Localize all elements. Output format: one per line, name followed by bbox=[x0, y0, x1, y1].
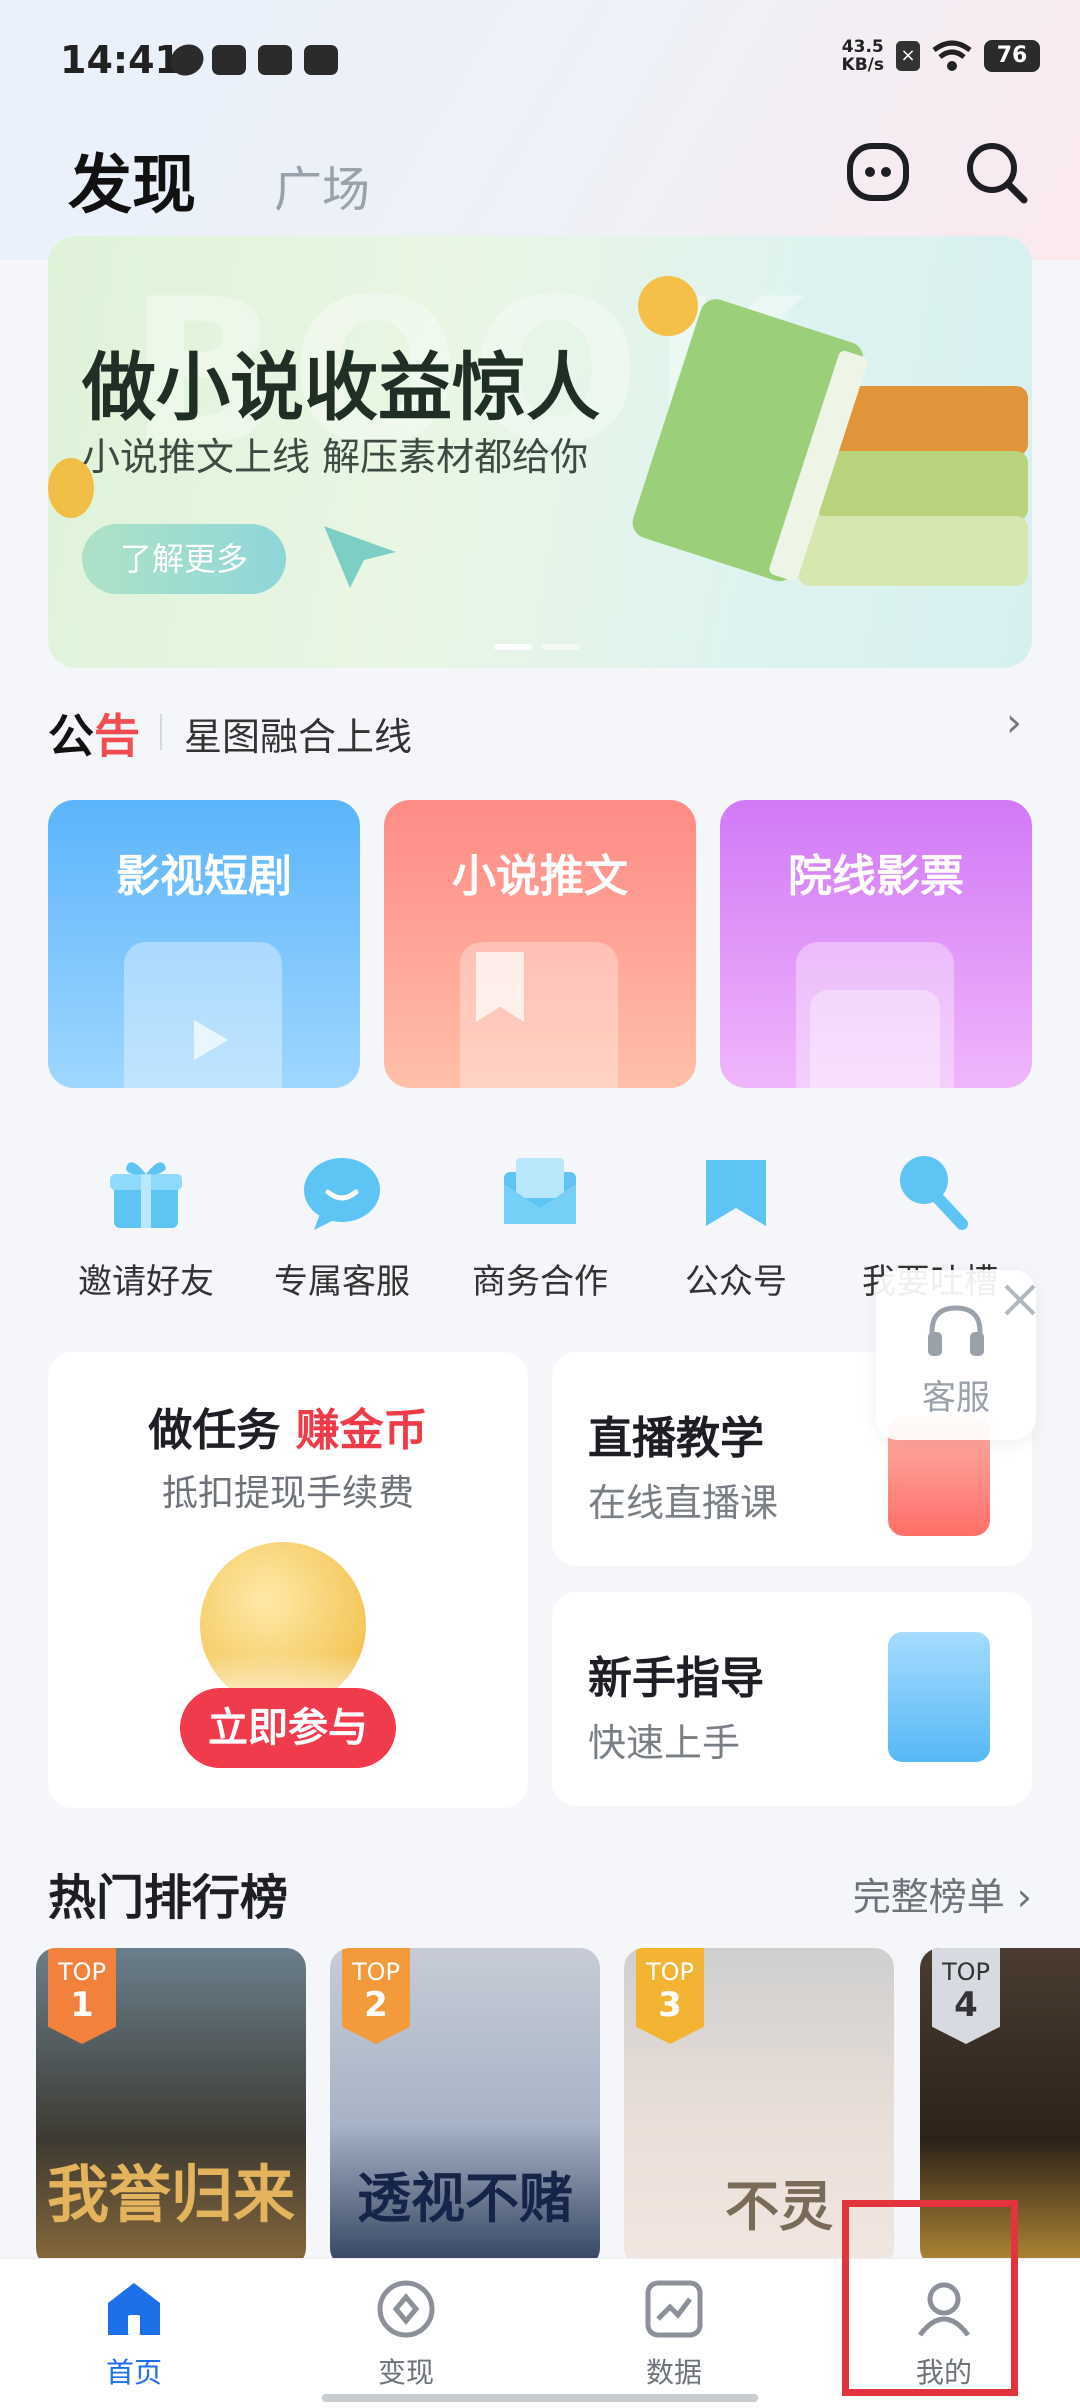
play-icon bbox=[194, 1020, 228, 1060]
home-indicator bbox=[322, 2394, 758, 2402]
poster-title: 透视不赌 bbox=[357, 2166, 573, 2230]
learn-more-button[interactable]: 了解更多 bbox=[82, 524, 286, 594]
battery-indicator: 76 bbox=[984, 40, 1040, 72]
film-reel-icon bbox=[810, 990, 940, 1088]
banner-subtitle: 小说推文上线 解压素材都给你 bbox=[82, 435, 589, 479]
wifi-icon bbox=[932, 40, 972, 71]
category-novel-promo[interactable]: 小说推文 bbox=[384, 800, 696, 1088]
category-short-drama[interactable]: 影视短剧 bbox=[48, 800, 360, 1088]
network-speed: 43.5 KB/s bbox=[842, 38, 884, 74]
card-title: 直播教学 bbox=[588, 1413, 764, 1464]
task-card[interactable]: 做任务 赚金币 抵扣提现手续费 立即参与 bbox=[48, 1352, 528, 1808]
highlight-box bbox=[842, 2200, 1018, 2396]
task-title: 做任务 赚金币 bbox=[48, 1394, 528, 1458]
card-subtitle: 快速上手 bbox=[588, 1721, 741, 1765]
rank-badge: TOP 1 bbox=[48, 1948, 116, 2044]
quick-action-label: 邀请好友 bbox=[78, 1262, 214, 1302]
category-label: 院线影票 bbox=[788, 851, 964, 902]
headset-icon bbox=[928, 1305, 984, 1356]
status-right: 43.5 KB/s × 76 bbox=[842, 38, 1040, 74]
nav-label: 首页 bbox=[105, 2356, 162, 2389]
quick-action-label: 公众号 bbox=[685, 1262, 787, 1302]
badge-top: TOP bbox=[645, 1958, 695, 1986]
books-illustration bbox=[632, 276, 1028, 586]
pagination-dot bbox=[542, 644, 580, 650]
quick-action-customer-service[interactable]: 专属客服 bbox=[252, 1150, 432, 1310]
nav-data[interactable]: 数据 bbox=[594, 2277, 754, 2397]
category-label: 小说推文 bbox=[452, 851, 628, 902]
badge-top: TOP bbox=[57, 1958, 107, 1986]
task-title-text: 做任务 bbox=[148, 1405, 281, 1456]
quick-action-label: 专属客服 bbox=[274, 1262, 410, 1302]
pagination-dot bbox=[494, 644, 532, 650]
sim-off-icon: × bbox=[896, 41, 920, 71]
banner-pagination bbox=[494, 644, 580, 650]
card-subtitle: 在线直播课 bbox=[588, 1481, 779, 1525]
badge-rank: 1 bbox=[70, 1985, 94, 2025]
monetize-icon bbox=[377, 2280, 435, 2338]
quick-action-label: 商务合作 bbox=[472, 1262, 608, 1302]
tab-discover[interactable]: 发现 bbox=[68, 134, 196, 226]
card-title: 新手指导 bbox=[588, 1653, 764, 1704]
badge-top: TOP bbox=[351, 1958, 401, 1986]
status-time: 14:41 bbox=[60, 38, 181, 82]
banner-title: 做小说收益惊人 bbox=[82, 345, 600, 431]
category-cinema-tickets[interactable]: 院线影票 bbox=[720, 800, 1032, 1088]
rank-badge: TOP 2 bbox=[342, 1948, 410, 2044]
status-bar: 14:41 43.5 KB/s × 76 bbox=[0, 0, 1080, 120]
category-label: 影视短剧 bbox=[116, 851, 292, 902]
divider bbox=[160, 714, 162, 750]
full-ranking-link[interactable]: 完整榜单 › bbox=[853, 1866, 1032, 1921]
chevron-right-icon: › bbox=[1006, 700, 1022, 746]
message-notification-icon bbox=[212, 45, 246, 75]
tab-square[interactable]: 广场 bbox=[274, 150, 370, 220]
close-icon[interactable] bbox=[998, 1278, 1042, 1322]
home-icon bbox=[108, 2283, 160, 2335]
task-title-highlight: 赚金币 bbox=[295, 1405, 428, 1456]
announcement-label: 公 bbox=[48, 709, 94, 763]
floating-service-label: 客服 bbox=[922, 1378, 990, 1418]
nav-home[interactable]: 首页 bbox=[54, 2277, 214, 2397]
top-header: 发现 广场 bbox=[0, 120, 1080, 230]
star-notification-icon bbox=[304, 45, 338, 75]
nav-label: 变现 bbox=[377, 2356, 434, 2389]
join-now-button[interactable]: 立即参与 bbox=[180, 1688, 396, 1768]
badge-rank: 3 bbox=[658, 1985, 682, 2025]
chevron-right-icon: › bbox=[1016, 1875, 1032, 1919]
quick-action-business[interactable]: 商务合作 bbox=[450, 1150, 630, 1310]
inbox-notification-icon bbox=[258, 45, 292, 75]
speed-value: 43.5 bbox=[841, 37, 884, 57]
badge-rank: 4 bbox=[954, 1985, 978, 2025]
speed-unit: KB/s bbox=[841, 55, 884, 75]
search-icon[interactable] bbox=[960, 136, 1032, 208]
ranking-poster-2[interactable]: TOP 2 透视不赌 bbox=[330, 1948, 600, 2268]
chart-icon bbox=[645, 2280, 703, 2338]
guide-book-icon bbox=[888, 1632, 990, 1762]
quick-action-official-account[interactable]: 公众号 bbox=[646, 1150, 826, 1310]
rank-badge: TOP 3 bbox=[636, 1948, 704, 2044]
poster-title: 我誉归来 bbox=[46, 2158, 295, 2231]
task-subtitle: 抵扣提现手续费 bbox=[161, 1473, 414, 1514]
gift-icon bbox=[110, 1162, 182, 1228]
rank-badge: TOP 4 bbox=[932, 1948, 1000, 2044]
announcement-bar[interactable]: 公 告 星图融合上线 › bbox=[48, 690, 1032, 766]
badge-rank: 2 bbox=[364, 1985, 388, 2025]
badge-top: TOP bbox=[941, 1958, 991, 1986]
announcement-text: 星图融合上线 bbox=[184, 715, 413, 759]
ranking-poster-1[interactable]: TOP 1 我誉归来 bbox=[36, 1948, 306, 2268]
cursor-icon bbox=[324, 526, 396, 588]
envelope-icon bbox=[504, 1158, 576, 1224]
microphone-icon bbox=[900, 1156, 968, 1230]
chatbot-icon[interactable] bbox=[842, 136, 914, 208]
announcement-label-accent: 告 bbox=[94, 709, 140, 763]
quick-action-invite[interactable]: 邀请好友 bbox=[56, 1150, 236, 1310]
nav-label: 数据 bbox=[645, 2356, 702, 2389]
promo-banner[interactable]: BOOK 做小说收益惊人 小说推文上线 解压素材都给你 了解更多 bbox=[48, 236, 1032, 668]
beginner-guide-card[interactable]: 新手指导 快速上手 bbox=[552, 1592, 1032, 1806]
chat-bubble-icon bbox=[304, 1158, 380, 1230]
nav-monetize[interactable]: 变现 bbox=[326, 2277, 486, 2397]
ranking-title: 热门排行榜 bbox=[48, 1870, 289, 1926]
bookmark-icon bbox=[706, 1160, 766, 1226]
full-ranking-label: 完整榜单 bbox=[852, 1875, 1005, 1919]
